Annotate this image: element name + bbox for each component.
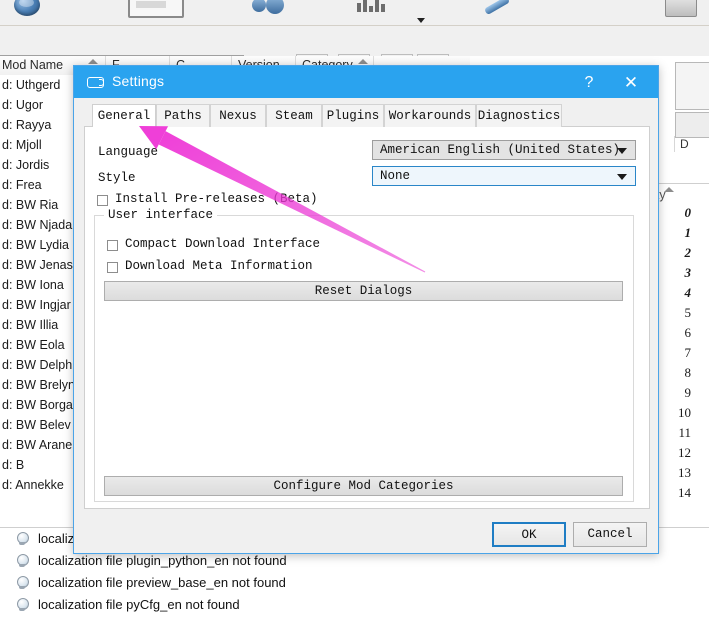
style-combo[interactable]: None	[372, 166, 636, 186]
log-entry-text: localization file preview_base_en not fo…	[38, 575, 286, 590]
settings-dialog: Settings ? ✕ General Paths Nexus Steam Plugi…	[73, 65, 659, 554]
sort-ascending-icon	[88, 59, 98, 64]
tab-general[interactable]: General	[92, 104, 156, 128]
log-entry[interactable]: localization file preview_base_en not fo…	[0, 572, 709, 594]
close-icon[interactable]: ✕	[616, 71, 646, 95]
user-interface-group-label: User interface	[104, 208, 218, 222]
dialog-title: Settings	[112, 73, 165, 89]
compact-download-checkbox[interactable]	[107, 240, 118, 251]
language-label: Language	[98, 145, 159, 159]
wrench-icon[interactable]	[482, 0, 517, 20]
help-button[interactable]: ?	[576, 71, 602, 95]
configure-mod-categories-button[interactable]: Configure Mod Categories	[104, 476, 623, 496]
chevron-down-icon	[617, 148, 627, 154]
chevron-down-icon	[617, 174, 627, 180]
dialog-body: General Paths Nexus Steam Plugins Workarounds…	[84, 104, 650, 509]
window-icon	[87, 77, 104, 88]
tab-nexus[interactable]: Nexus	[210, 104, 266, 127]
tab-diagnostics[interactable]: Diagnostics	[476, 104, 562, 127]
install-prereleases-checkbox[interactable]	[97, 195, 108, 206]
globe-icon[interactable]	[14, 0, 40, 16]
main-toolbar	[0, 0, 709, 26]
lightbulb-icon	[16, 576, 29, 590]
card-icon[interactable]	[128, 0, 184, 18]
general-tab-panel: Language American English (United States…	[84, 127, 650, 509]
download-meta-label: Download Meta Information	[125, 259, 313, 273]
tab-steam[interactable]: Steam	[266, 104, 322, 127]
right-panel: ves D ority 01234567891011121314	[638, 56, 709, 516]
sort-ascending-icon	[358, 59, 368, 64]
reset-dialogs-button[interactable]: Reset Dialogs	[104, 281, 623, 301]
log-entry-text: localiz	[38, 531, 75, 546]
dialog-title-bar[interactable]: Settings ? ✕	[74, 66, 658, 98]
log-entry[interactable]: localization file pyCfg_en not found	[0, 594, 709, 616]
sort-ascending-icon	[664, 187, 674, 192]
install-prereleases-label: Install Pre-releases (Beta)	[115, 192, 318, 206]
tab-paths[interactable]: Paths	[156, 104, 210, 127]
language-combo[interactable]: American English (United States)	[372, 140, 636, 160]
language-combo-value: American English (United States)	[380, 143, 621, 157]
style-label: Style	[98, 171, 136, 185]
download-meta-checkbox[interactable]	[107, 262, 118, 273]
cancel-button[interactable]: Cancel	[573, 522, 647, 547]
log-entry-text: localization file plugin_python_en not f…	[38, 553, 287, 568]
style-combo-value: None	[380, 169, 411, 183]
settings-tabbar: General Paths Nexus Steam Plugins Workarounds…	[84, 104, 650, 128]
profile-icon[interactable]	[250, 0, 292, 14]
tab-downloads[interactable]: D	[680, 134, 689, 154]
column-label: Mod Name	[2, 58, 64, 72]
plugins-chart-icon[interactable]	[356, 0, 386, 14]
lightbulb-icon	[16, 598, 29, 612]
lightbulb-icon	[16, 554, 29, 568]
toolbar-chevron-down-icon[interactable]	[417, 18, 425, 23]
compact-download-label: Compact Download Interface	[125, 237, 321, 251]
tab-workarounds[interactable]: Workarounds	[384, 104, 476, 127]
log-entry-text: localization file pyCfg_en not found	[38, 597, 240, 612]
filter-row: t	[0, 26, 709, 78]
tab-plugins[interactable]: Plugins	[322, 104, 384, 127]
ok-button[interactable]: OK	[492, 522, 566, 547]
lightbulb-icon	[16, 532, 29, 546]
toolbar-right-icon[interactable]	[665, 0, 697, 17]
